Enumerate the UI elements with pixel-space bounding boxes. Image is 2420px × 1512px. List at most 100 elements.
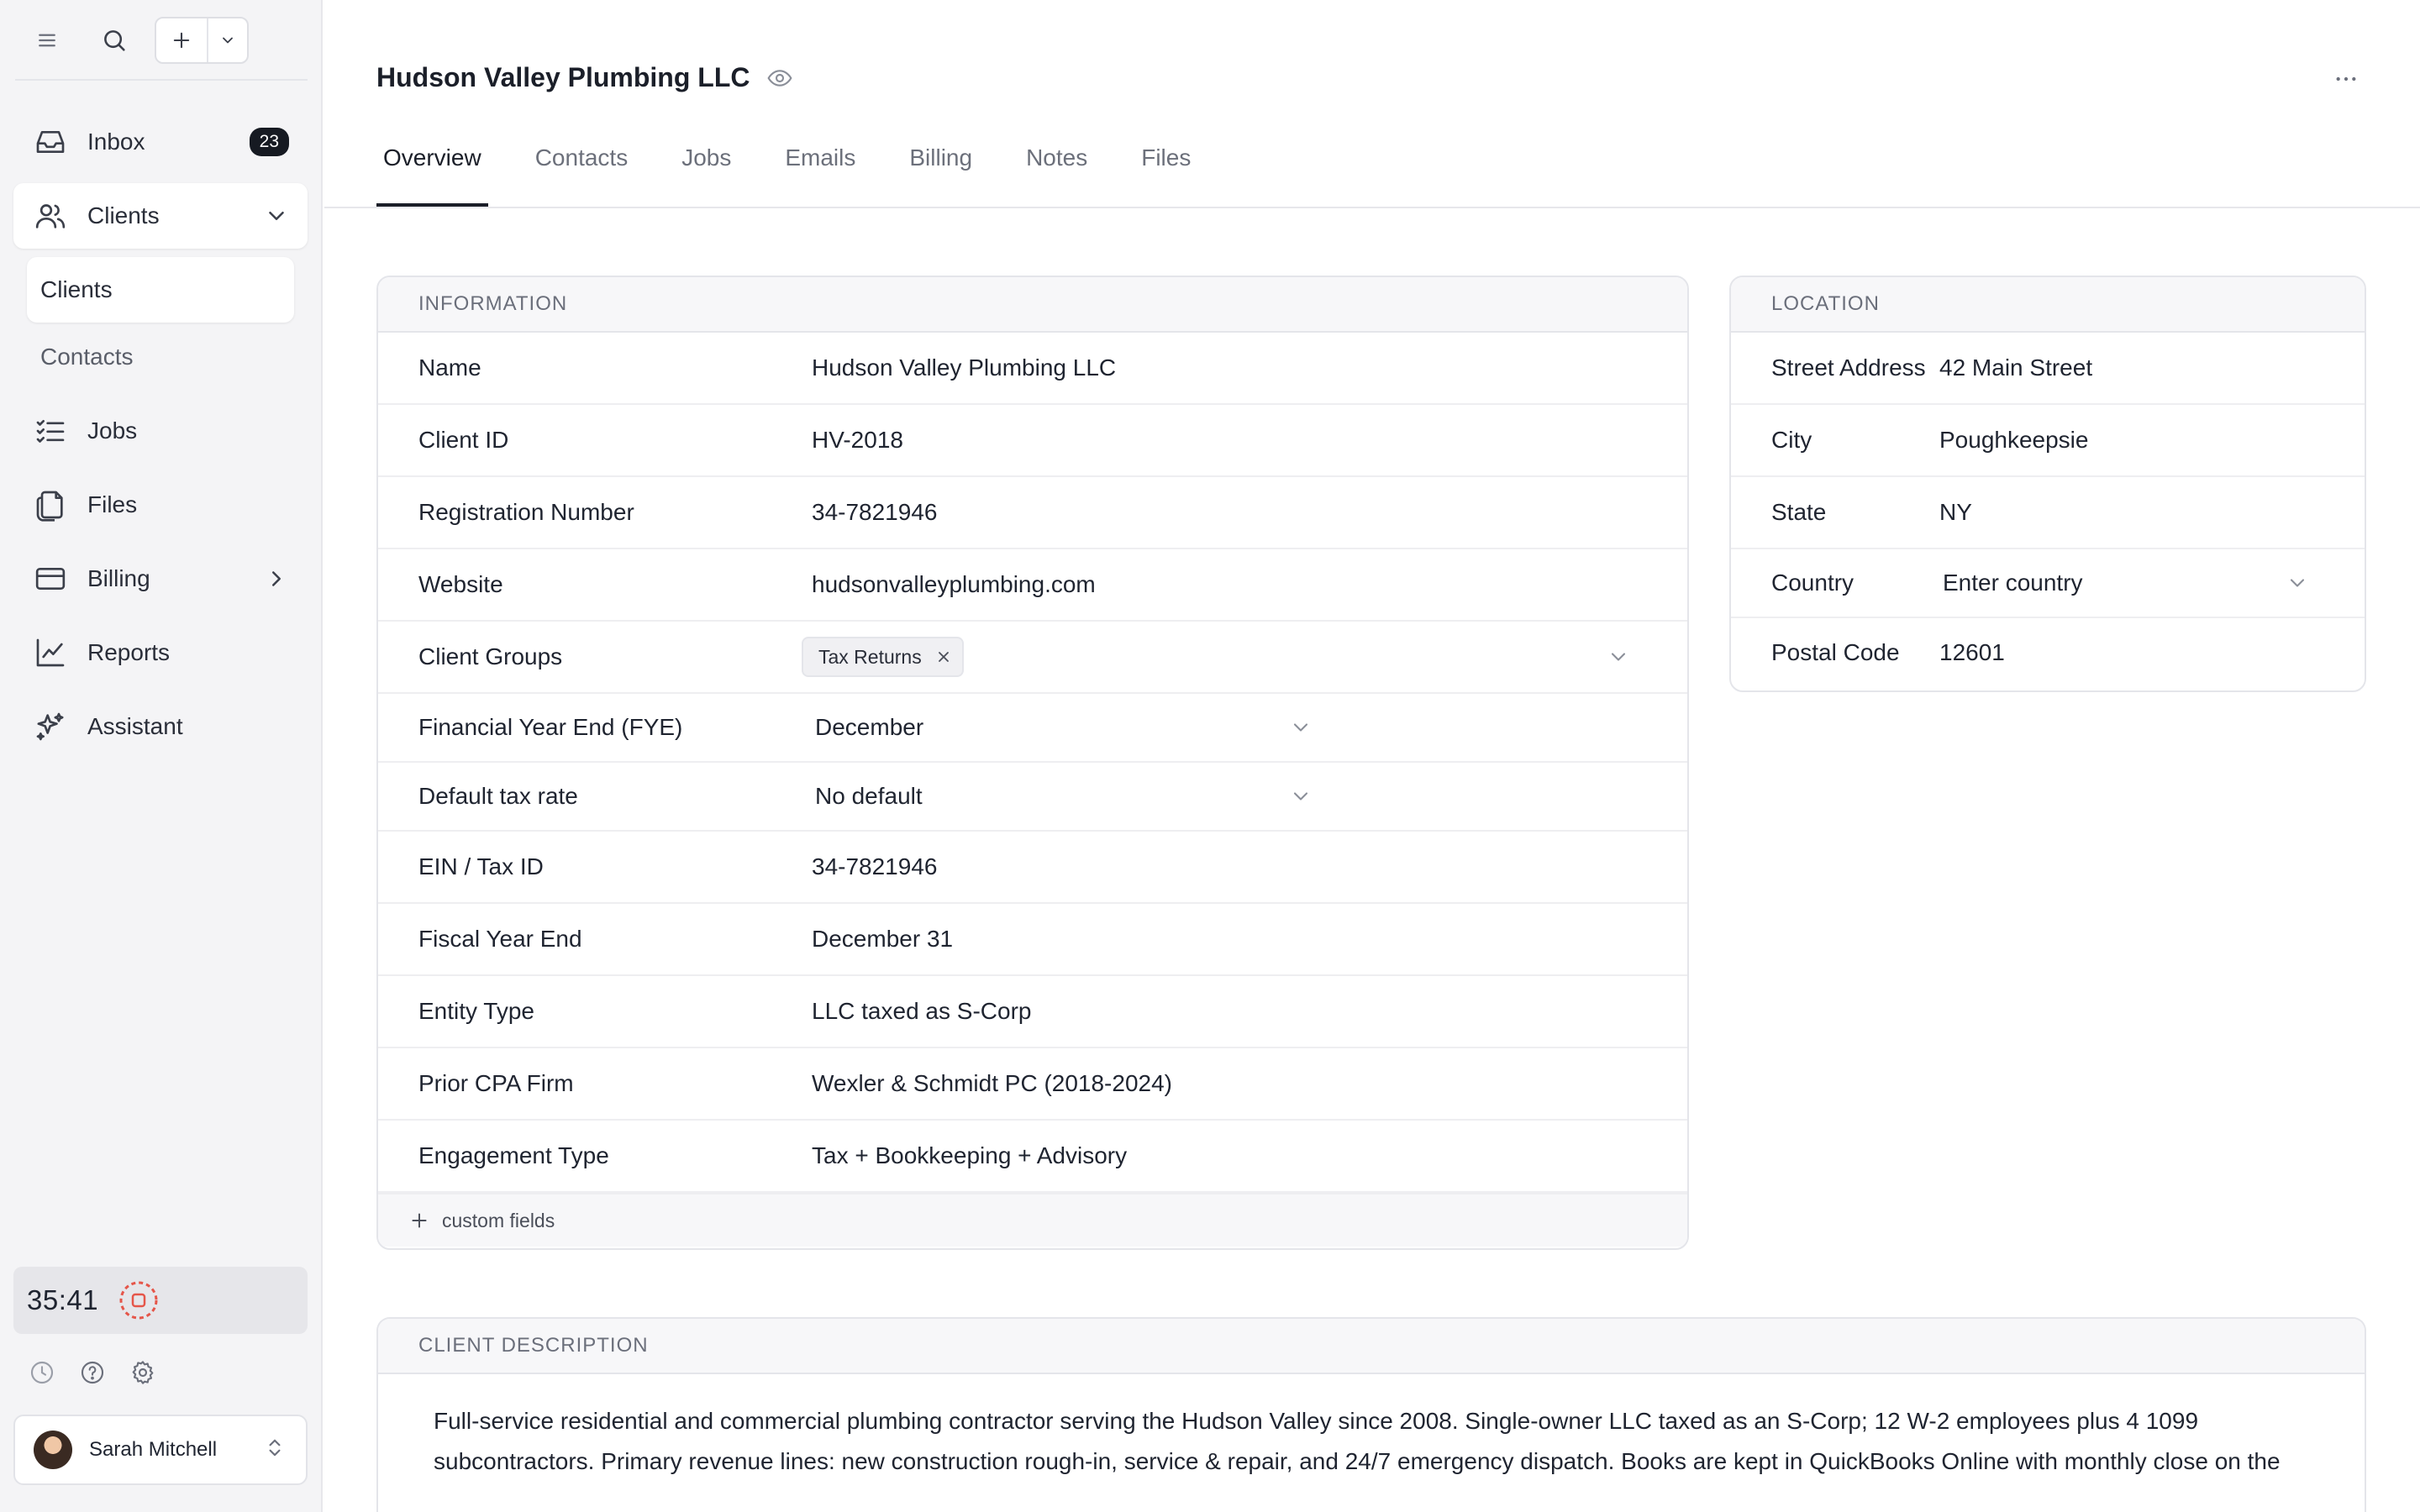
history-clock-icon[interactable] (25, 1356, 59, 1389)
sidebar-subitem-contacts[interactable]: Contacts (27, 324, 294, 390)
street-address-value[interactable]: 42 Main Street (1939, 354, 2365, 381)
sidebar-item-billing[interactable]: Billing (13, 546, 308, 612)
add-custom-fields-button[interactable]: custom fields (378, 1193, 1687, 1247)
inbox-icon (34, 125, 67, 159)
chevron-down-icon (1289, 785, 1313, 808)
sidebar-item-inbox[interactable]: Inbox 23 (13, 109, 308, 175)
registration-number-value[interactable]: 34-7821946 (812, 499, 1687, 526)
fye-select[interactable]: December (812, 714, 1313, 741)
time-tracker[interactable]: 35:41 (13, 1267, 308, 1334)
default-tax-rate-select[interactable]: No default (812, 783, 1313, 810)
avatar (34, 1431, 72, 1469)
sidebar-subitem-clients[interactable]: Clients (27, 257, 294, 323)
credit-card-icon (34, 562, 67, 596)
create-options-dropdown[interactable] (208, 32, 247, 49)
sidebar-item-label: Files (87, 491, 138, 517)
create-new-button[interactable] (156, 18, 208, 62)
tab-billing[interactable]: Billing (902, 134, 979, 207)
hamburger-icon (34, 28, 60, 53)
main-content: Hudson Valley Plumbing LLC Overview Cont… (324, 0, 2420, 1512)
client-tabs: Overview Contacts Jobs Emails Billing No… (376, 134, 1238, 207)
fiscal-year-end-value[interactable]: December 31 (812, 926, 1687, 953)
information-heading: INFORMATION (378, 277, 1687, 333)
state-value[interactable]: NY (1939, 499, 2365, 526)
tag-chip-label: Tax Returns (818, 645, 922, 668)
tab-overview[interactable]: Overview (376, 134, 488, 207)
name-value[interactable]: Hudson Valley Plumbing LLC (812, 354, 1687, 381)
gear-icon[interactable] (126, 1356, 160, 1389)
line-chart-icon (34, 636, 67, 669)
sidebar-item-reports[interactable]: Reports (13, 620, 308, 685)
ein-value[interactable]: 34-7821946 (812, 853, 1687, 880)
user-name: Sarah Mitchell (89, 1438, 218, 1461)
country-placeholder: Enter country (1943, 570, 2083, 596)
sidebar-item-files[interactable]: Files (13, 472, 308, 538)
info-row-website: Website hudsonvalleyplumbing.com (378, 549, 1687, 622)
field-label: Name (418, 354, 481, 381)
website-value[interactable]: hudsonvalleyplumbing.com (812, 571, 1687, 598)
prior-cpa-firm-value[interactable]: Wexler & Schmidt PC (2018-2024) (812, 1070, 1687, 1097)
plus-icon (170, 29, 193, 52)
field-label: EIN / Tax ID (418, 853, 544, 879)
sidebar-item-label: Clients (87, 202, 160, 228)
sidebar-item-clients[interactable]: Clients (13, 183, 308, 249)
field-label: Client Groups (418, 643, 563, 669)
location-card: LOCATION Street Address 42 Main Street C… (1729, 276, 2366, 692)
loc-row-postal-code: Postal Code 12601 (1731, 618, 2365, 687)
sidebar-divider (15, 79, 308, 81)
remove-tag-icon[interactable] (935, 648, 952, 665)
loc-row-state: State NY (1731, 477, 2365, 549)
field-label: Postal Code (1771, 639, 1900, 665)
info-row-fye: Financial Year End (FYE) December (378, 694, 1687, 763)
info-row-name: Name Hudson Valley Plumbing LLC (378, 333, 1687, 405)
search-icon (100, 26, 129, 55)
stop-recording-icon[interactable] (118, 1280, 159, 1320)
eye-icon[interactable] (766, 65, 793, 92)
information-card: INFORMATION Name Hudson Valley Plumbing … (376, 276, 1689, 1250)
users-icon (34, 199, 67, 233)
engagement-type-value[interactable]: Tax + Bookkeeping + Advisory (812, 1142, 1687, 1169)
files-icon (34, 488, 67, 522)
tab-contacts[interactable]: Contacts (529, 134, 635, 207)
sidebar-item-assistant[interactable]: Assistant (13, 694, 308, 759)
sidebar-item-jobs[interactable]: Jobs (13, 398, 308, 464)
tab-notes[interactable]: Notes (1019, 134, 1094, 207)
chevron-right-icon (264, 566, 289, 591)
search-button[interactable] (91, 17, 138, 64)
field-label: Entity Type (418, 998, 535, 1024)
tab-emails[interactable]: Emails (778, 134, 862, 207)
tab-files[interactable]: Files (1134, 134, 1197, 207)
sidebar-toolbar (0, 0, 323, 81)
menu-toggle-button[interactable] (24, 17, 71, 64)
info-row-engagement-type: Engagement Type Tax + Bookkeeping + Advi… (378, 1121, 1687, 1193)
plus-icon (408, 1210, 430, 1231)
user-menu[interactable]: Sarah Mitchell (13, 1415, 308, 1485)
chevron-down-icon (1607, 645, 1630, 669)
sidebar-footer-actions (25, 1356, 160, 1389)
client-id-value[interactable]: HV-2018 (812, 427, 1687, 454)
client-description-text[interactable]: Full-service residential and commercial … (378, 1374, 2365, 1482)
tag-chip: Tax Returns (802, 637, 964, 677)
field-label: Country (1771, 570, 1854, 596)
city-value[interactable]: Poughkeepsie (1939, 427, 2365, 454)
field-label: City (1771, 427, 1812, 453)
field-label: Registration Number (418, 499, 634, 525)
sidebar-item-label: Reports (87, 639, 171, 665)
info-row-registration-number: Registration Number 34-7821946 (378, 477, 1687, 549)
loc-row-street: Street Address 42 Main Street (1731, 333, 2365, 405)
postal-code-value[interactable]: 12601 (1939, 639, 2365, 666)
help-icon[interactable] (76, 1356, 109, 1389)
more-options-button[interactable] (2329, 62, 2363, 96)
field-label: Street Address (1771, 354, 1926, 381)
tax-rate-selected-value: No default (815, 783, 923, 809)
chevrons-up-down-icon (264, 1437, 286, 1463)
client-groups-select[interactable]: Tax Returns (802, 637, 1687, 677)
entity-type-value[interactable]: LLC taxed as S-Corp (812, 998, 1687, 1025)
tab-jobs[interactable]: Jobs (675, 134, 738, 207)
sidebar: Inbox 23 Clients Clients Contacts Jobs F… (0, 0, 323, 1512)
field-label: Fiscal Year End (418, 926, 582, 952)
client-description-heading: CLIENT DESCRIPTION (378, 1319, 2365, 1374)
chevron-down-icon (1289, 716, 1313, 739)
create-new-split-button (155, 17, 249, 64)
country-select[interactable]: Enter country (1939, 570, 2365, 596)
